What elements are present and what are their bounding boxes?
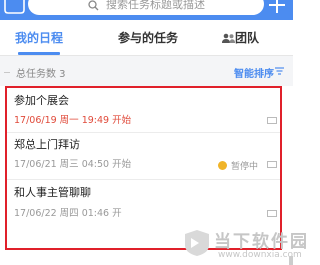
summary-divider xyxy=(4,72,10,73)
search-placeholder: 搜索任务标题或描述 xyxy=(106,0,205,11)
tab-my-schedule[interactable]: 我的日程 xyxy=(15,30,63,46)
active-tab-indicator xyxy=(18,52,60,55)
tab-bar: 我的日程 参与的任务 团队 xyxy=(0,20,293,56)
smart-sort-button[interactable]: 智能排序 xyxy=(234,65,274,80)
search-icon xyxy=(88,0,99,11)
task-summary-bar: 总任务数 3 智能排序 xyxy=(0,56,293,86)
top-bar: 搜索任务标题或描述 xyxy=(0,0,293,20)
sort-icon xyxy=(275,67,284,75)
plus-icon xyxy=(269,0,285,13)
back-icon xyxy=(4,0,25,14)
watermark: 当下软件园 www.downxia.com xyxy=(178,226,307,265)
team-icon xyxy=(222,33,235,43)
scroll-indicator xyxy=(289,256,293,265)
watermark-text: 当下软件园 xyxy=(214,232,309,252)
total-task-count: 总任务数 3 xyxy=(16,69,66,80)
watermark-logo-icon xyxy=(185,230,209,256)
tab-participated-tasks[interactable]: 参与的任务 xyxy=(118,30,178,46)
add-task-button[interactable] xyxy=(266,0,288,15)
back-button[interactable] xyxy=(0,0,28,20)
tab-team[interactable]: 团队 xyxy=(235,30,259,46)
search-input[interactable]: 搜索任务标题或描述 xyxy=(28,0,264,15)
